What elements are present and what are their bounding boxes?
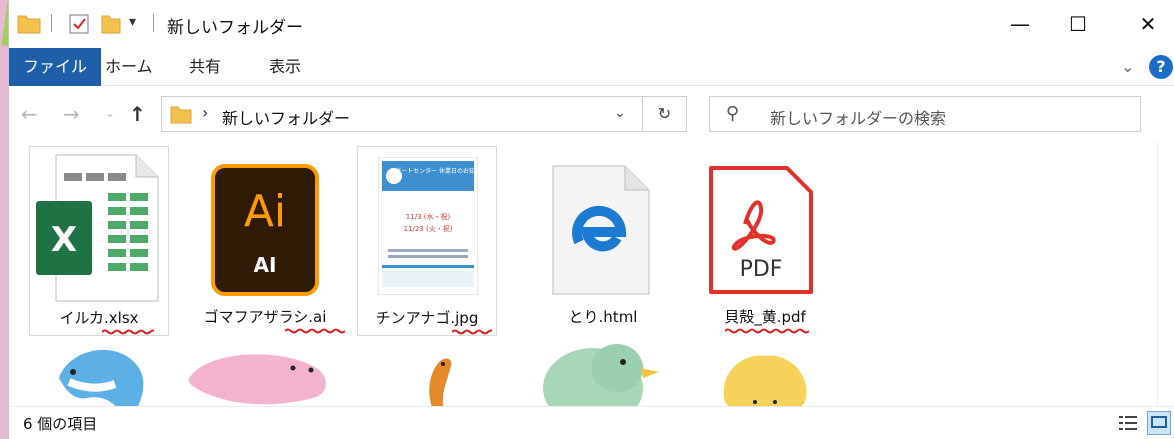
large-icons-view-icon[interactable] (1147, 411, 1171, 435)
excel-file-icon: X (36, 154, 159, 302)
navigation-bar: ← → ⌄ ↑ › 新しいフォルダー ⌄ ↻ ⚲ 新しいフォルダーの検索 (9, 86, 1174, 142)
svg-text:11/23 (火・祝): 11/23 (火・祝) (404, 224, 453, 233)
file-item-html[interactable]: とり.html (533, 146, 673, 336)
maximize-button[interactable]: ☐ (1055, 0, 1101, 48)
file-list: X イルカ.xlsx Ai AI ゴマフアザラシ.ai サポートセンター 休業日… (9, 142, 1159, 428)
spellcheck-underline (452, 329, 492, 335)
file-item-excel[interactable]: X イルカ.xlsx (29, 146, 169, 336)
window-title: 新しいフォルダー (167, 18, 303, 38)
back-arrow-icon[interactable]: ← (21, 102, 38, 126)
file-item-pdf[interactable]: PDF 貝殻_黄.pdf (695, 146, 835, 336)
breadcrumb-current-folder[interactable]: 新しいフォルダー (222, 105, 350, 129)
jpg-thumbnail-icon: サポートセンター 休業日のお知らせ 11/3 (水・祝) 11/23 (火・祝) (378, 157, 478, 295)
spellcheck-underline (285, 328, 345, 334)
search-input[interactable]: 新しいフォルダーの検索 (770, 105, 946, 129)
ai-subtext: AI (254, 253, 277, 277)
separator (51, 14, 52, 32)
quick-access-dropdown-icon[interactable]: ▾ (129, 14, 136, 30)
file-name: ゴマフアザラシ.ai (203, 308, 327, 326)
address-bar[interactable]: › 新しいフォルダー ⌄ (161, 96, 643, 132)
tab-share[interactable]: 共有 (175, 48, 235, 86)
up-arrow-icon[interactable]: ↑ (129, 102, 146, 126)
properties-check-icon[interactable] (67, 12, 91, 36)
folder-icon[interactable] (17, 12, 41, 34)
separator (153, 14, 154, 32)
svg-text:11/3 (水・祝): 11/3 (水・祝) (406, 212, 451, 221)
file-item-jpg[interactable]: サポートセンター 休業日のお知らせ 11/3 (水・祝) 11/23 (火・祝)… (357, 146, 497, 336)
illustrator-file-icon: Ai AI (211, 164, 319, 296)
file-item-illustrator[interactable]: Ai AI ゴマフアザラシ.ai (195, 146, 345, 336)
details-view-icon[interactable] (1117, 413, 1139, 433)
refresh-button[interactable]: ↻ (643, 96, 687, 132)
help-icon[interactable]: ? (1149, 55, 1173, 79)
edge-html-file-icon (552, 165, 650, 295)
ai-logo-text: Ai (244, 186, 286, 237)
explorer-window: ▾ 新しいフォルダー — ☐ ✕ ファイル ホーム 共有 表示 ⌄ ? ← → … (8, 0, 1174, 439)
tab-view[interactable]: 表示 (255, 48, 315, 86)
file-name: とり.html (568, 308, 638, 326)
folder-icon (170, 106, 192, 124)
refresh-icon: ↻ (657, 104, 672, 123)
pdf-subtext: PDF (740, 257, 783, 282)
title-bar: ▾ 新しいフォルダー — ☐ ✕ (9, 0, 1174, 48)
ribbon-tabs: ファイル ホーム 共有 表示 ⌄ ? (9, 48, 1174, 86)
vertical-scrollbar[interactable] (1157, 142, 1174, 406)
spellcheck-underline (102, 329, 154, 335)
address-dropdown-chevron-icon[interactable]: ⌄ (614, 105, 626, 121)
file-name: チンアナゴ.jpg (375, 309, 479, 327)
pdf-file-icon: PDF (709, 166, 813, 294)
status-bar: 6 個の項目 (9, 406, 1174, 439)
recent-locations-chevron-icon[interactable]: ⌄ (105, 106, 115, 120)
new-folder-icon[interactable] (101, 12, 121, 34)
tab-file[interactable]: ファイル (9, 48, 102, 86)
search-box[interactable]: ⚲ 新しいフォルダーの検索 (709, 96, 1141, 132)
breadcrumb-separator-icon[interactable]: › (202, 103, 208, 122)
file-name: イルカ.xlsx (59, 309, 139, 327)
svg-text:サポートセンター 休業日のお知らせ: サポートセンター 休業日のお知らせ (389, 167, 478, 175)
forward-arrow-icon[interactable]: → (63, 102, 80, 126)
svg-text:X: X (51, 220, 77, 260)
search-icon: ⚲ (726, 103, 740, 124)
file-name: 貝殻_黄.pdf (724, 308, 806, 326)
tab-home[interactable]: ホーム (91, 48, 167, 86)
minimize-button[interactable]: — (997, 0, 1043, 48)
expand-ribbon-chevron-icon[interactable]: ⌄ (1121, 57, 1134, 76)
spellcheck-underline (725, 328, 809, 334)
item-count: 6 個の項目 (23, 415, 98, 433)
close-button[interactable]: ✕ (1125, 0, 1171, 48)
